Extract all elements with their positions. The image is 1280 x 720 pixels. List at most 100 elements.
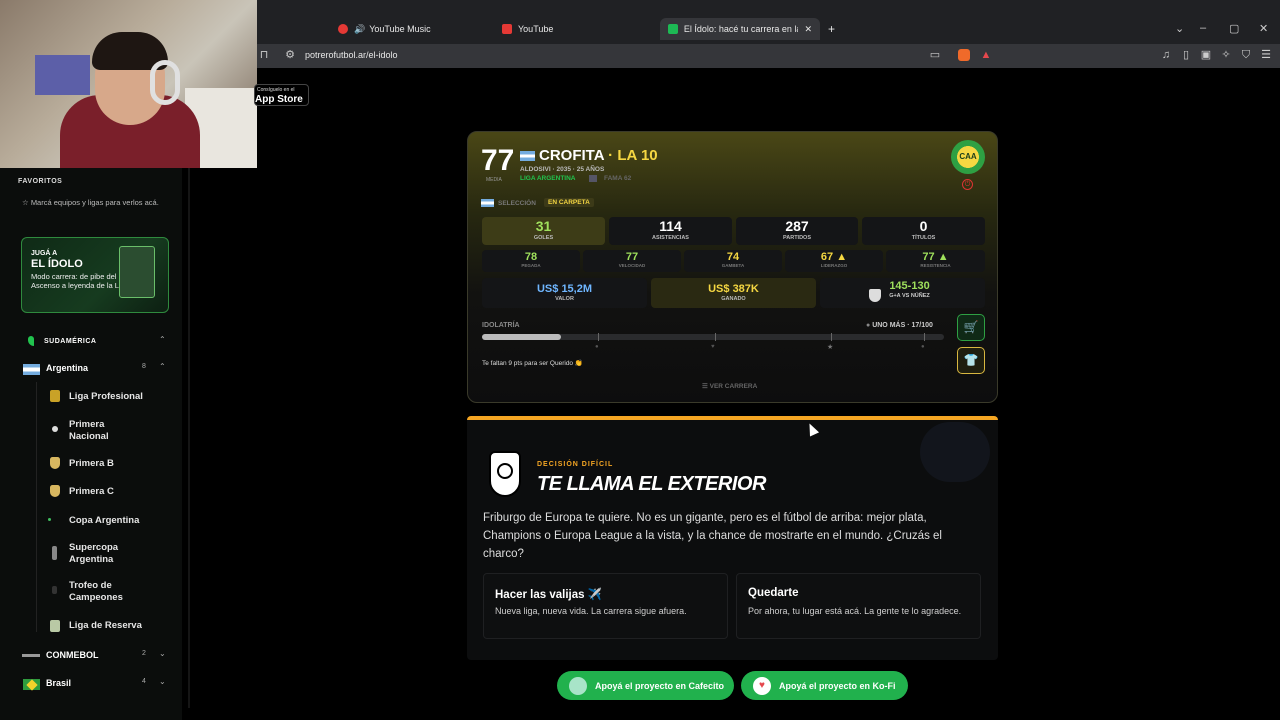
tab-label: YouTube [518,24,554,34]
south-america-icon [28,336,34,346]
sidebar-toggle-icon[interactable]: ▯ [1180,49,1192,61]
cafecito-button[interactable]: Apoyá el proyecto en Cafecito [557,671,734,700]
attr-value: 77 ▲ [922,251,949,263]
close-tab-icon[interactable]: ✕ [804,24,812,35]
supercopa-icon [52,546,57,560]
seleccion-status-badge: EN CARPETA [544,198,594,207]
tab-label: El Ídolo: hacé tu carrera en la Liga [683,24,799,34]
stat-label: TÍTULOS [911,235,936,241]
progress-tick [831,333,832,341]
ganado-label: GANADO [721,296,746,302]
money-rival: 145-130 G+A VS NÚÑEZ [820,278,985,308]
brazil-flag-icon [23,678,40,691]
site-info-icon[interactable]: ⚙ [284,49,296,61]
tab-search-icon[interactable]: ⌄ [1175,22,1184,35]
cast-icon[interactable]: ▭ [929,49,941,61]
vpn-icon[interactable]: ⛉ [1240,49,1252,61]
leo-ai-icon[interactable]: ✧ [1220,49,1232,61]
favorites-hint: ☆ Marcá equipos y ligas para verlos acá. [22,198,159,207]
player-rating: 77 [481,144,515,177]
sidebar-item-label: Liga de Reserva [69,620,142,631]
new-tab-button[interactable]: + [828,18,835,40]
star-icon: ★ [827,344,834,351]
progress-tick [924,333,925,341]
headset [150,60,180,105]
sidebar-item-trofeo-de-campeones[interactable]: Trofeo de Campeones [0,578,182,608]
valor-value: US$ 15,2M [536,283,593,295]
friburgo-badge-icon [489,451,521,497]
sidebar-item-primera-b[interactable]: Primera B [0,451,182,477]
option-hacer-valijas-button[interactable]: Hacer las valijas ✈️ Nueva liga, nueva v… [483,573,728,639]
argentina-flag-icon [520,151,535,161]
list-icon: ☰ [702,383,710,390]
stat-label: GOLES [533,235,554,241]
el-idolo-promo[interactable]: JUGÁ A EL ÍDOLO Modo carrera: de pibe de… [21,237,169,313]
menu-icon[interactable]: ☰ [1260,49,1272,61]
sidebar-item-primera-c[interactable]: Primera C [0,479,182,505]
chevron-down-icon: ⌄ [159,649,166,658]
minimize-button[interactable]: – [1200,22,1206,34]
attr-label: LIDERAZGO [820,263,848,268]
sidebar-item-liga-profesional[interactable]: Liga Profesional [0,384,182,410]
country-conmebol[interactable]: CONMEBOL 2 ⌄ [0,646,182,666]
club-line: ALDOSIVI · 2035 · 25 AÑOS [520,166,605,173]
attr-label: VELOCIDAD [618,263,646,268]
kofi-button[interactable]: ♥ Apoyá el proyecto en Ko-Fi [741,671,908,700]
cafecito-icon [569,676,587,695]
country-name: Argentina [46,363,89,373]
url-field[interactable]: potrerofutbol.ar/el-idolo [305,50,398,60]
sidebar-item-label: Liga Profesional [69,391,143,402]
attr-value: 78 [524,251,538,263]
stat-asistencias: 114 ASISTENCIAS [609,217,732,245]
chevron-up-icon[interactable]: ⌃ [159,335,166,344]
promo-line2: EL ÍDOLO [31,258,83,270]
progress-tick [598,333,599,341]
argentina-flag-icon [23,364,40,375]
app-store-badge[interactable]: Consíguelo en el App Store [254,84,309,106]
attr-label: GAMBETA [721,263,745,268]
app-store-small-text: Consíguelo en el [257,87,295,93]
option-title: Hacer las valijas ✈️ [495,589,603,601]
tab-el-idolo[interactable]: El Ídolo: hacé tu carrera en la Liga ✕ [660,18,820,40]
stat-label: ASISTENCIAS [652,235,689,241]
media-icon[interactable]: ♫ [1160,49,1172,61]
tab-youtube[interactable]: YouTube [502,18,553,40]
attr-value: 77 [625,251,639,263]
jersey-icon[interactable]: 👕 [957,347,985,374]
country-argentina[interactable]: Argentina 8 ⌃ [0,359,182,379]
rival-label: G+A VS NÚÑEZ [889,293,930,299]
ver-carrera-button[interactable]: ☰ VER CARRERA [702,382,757,390]
sidebar-item-primera-nacional[interactable]: Primera Nacional [0,417,182,447]
option-quedarte-button[interactable]: Quedarte Por ahora, tu lugar está acá. L… [736,573,981,639]
attr-gambeta: 74 GAMBETA [684,250,782,272]
shop-cart-icon[interactable]: 🛒 [957,314,985,341]
player-name-line: CROFITA · LA 10 [539,147,658,164]
wallet-icon[interactable]: ▣ [1200,49,1212,61]
brasil-name: Brasil [46,678,72,688]
chevron-down-icon: ⌄ [159,677,166,686]
sidebar-item-liga-de-reserva[interactable]: Liga de Reserva [0,614,182,640]
sidebar-scrollbar[interactable] [188,168,190,708]
logout-icon[interactable]: ⏻ [962,179,973,190]
chevron-up-icon: ⌃ [159,362,166,371]
tab-youtube-music[interactable]: 🔊 YouTube Music [338,18,431,40]
stat-label: PARTIDOS [782,235,811,241]
idolatria-progress-bar [482,334,944,340]
conmebol-count: 2 [142,650,146,657]
country-brasil[interactable]: Brasil 4 ⌄ [0,674,182,694]
region-title[interactable]: SUDAMÉRICA [44,338,96,345]
money-ganado: US$ 387K GANADO [651,278,816,308]
bookmark-icon[interactable]: ⊓ [258,49,270,61]
brave-shield-icon[interactable] [958,49,970,61]
stat-value: 31 [535,218,552,234]
sidebar-item-supercopa-argentina[interactable]: Supercopa Argentina [0,540,182,570]
conmebol-name: CONMEBOL [46,650,99,660]
primera-c-icon [50,485,60,497]
stat-value: 287 [785,218,809,234]
maximize-button[interactable]: ▢ [1229,22,1239,35]
rewards-icon[interactable]: ▲ [980,49,992,61]
sidebar-item-copa-argentina[interactable]: Copa Argentina [0,508,182,534]
close-window-button[interactable]: ✕ [1259,22,1268,35]
youtube-icon [502,24,512,34]
crown-icon: ● [921,344,925,350]
